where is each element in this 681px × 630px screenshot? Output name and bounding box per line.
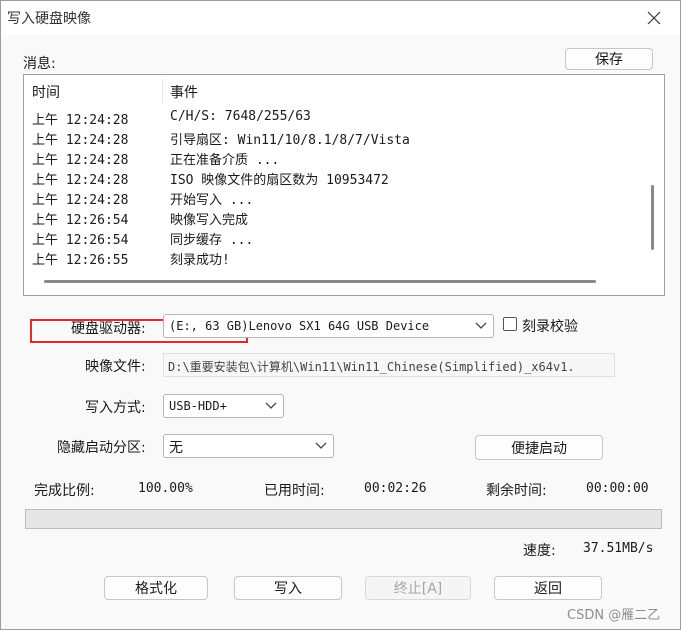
log-row[interactable]: 上午 12:26:54 映像写入完成 — [24, 207, 646, 228]
log-row-time: 上午 12:24:28 — [32, 173, 129, 188]
elapsed-label: 已用时间: — [264, 483, 325, 499]
elapsed-value: 00:02:26 — [364, 481, 427, 496]
log-row[interactable]: 上午 12:24:28 C/H/S: 7648/255/63 — [24, 107, 646, 128]
close-button[interactable] — [634, 3, 674, 33]
hidden-partition-label: 隐藏启动分区: — [57, 440, 146, 456]
log-row-event: C/H/S: 7648/255/63 — [170, 109, 311, 124]
watermark: CSDN @雁二乙 — [567, 608, 661, 623]
log-row[interactable]: 上午 12:24:28 引导扇区: Win11/10/8.1/8/7/Vista — [24, 127, 646, 148]
log-row[interactable]: 上午 12:24:28 ISO 映像文件的扇区数为 10953472 — [24, 167, 646, 188]
log-row[interactable]: 上午 12:24:28 开始写入 ... — [24, 187, 646, 208]
log-row-time: 上午 12:26:54 — [32, 233, 129, 248]
abort-button[interactable]: 终止[A] — [365, 576, 471, 600]
log-row[interactable]: 上午 12:24:28 正在准备介质 ... — [24, 147, 646, 168]
speed-value: 37.51MB/s — [583, 541, 654, 556]
progress-bar — [25, 509, 662, 529]
log-row[interactable]: 上午 12:26:55 刻录成功! — [24, 247, 646, 268]
log-row-event: 同步缓存 ... — [170, 233, 254, 248]
log-row-time: 上午 12:24:28 — [32, 153, 129, 168]
image-file-field[interactable]: D:\重要安装包\计算机\Win11\Win11_Chinese(Simplif… — [163, 353, 615, 377]
messages-label: 消息: — [23, 56, 56, 72]
window-title: 写入硬盘映像 — [7, 11, 91, 27]
drive-label: 硬盘驱动器: — [71, 321, 146, 337]
percent-value: 100.00% — [138, 481, 193, 496]
log-row-time: 上午 12:24:28 — [32, 193, 129, 208]
vertical-scrollbar[interactable] — [651, 185, 654, 250]
column-event[interactable]: 事件 — [170, 82, 198, 102]
log-row-event: 引导扇区: Win11/10/8.1/8/7/Vista — [170, 133, 410, 148]
write-method-value: USB-HDD+ — [169, 399, 227, 413]
image-file-value: D:\重要安装包\计算机\Win11\Win11_Chinese(Simplif… — [168, 360, 575, 374]
remaining-label: 剩余时间: — [486, 483, 547, 499]
save-button[interactable]: 保存 — [565, 48, 653, 70]
quick-boot-button[interactable]: 便捷启动 — [475, 435, 603, 460]
hidden-partition-value: 无 — [169, 440, 183, 456]
verify-label[interactable]: 刻录校验 — [522, 316, 578, 336]
log-row-event: 刻录成功! — [170, 253, 230, 268]
column-divider[interactable] — [162, 79, 163, 103]
column-time[interactable]: 时间 — [32, 82, 60, 102]
remaining-value: 00:00:00 — [586, 481, 649, 496]
log-row[interactable]: 上午 12:26:54 同步缓存 ... — [24, 227, 646, 248]
write-disk-image-dialog: 写入硬盘映像 消息: 保存 时间 事件 上午 12:24:28 C/H/S: 76… — [0, 0, 681, 630]
log-row-event: 映像写入完成 — [170, 213, 249, 228]
close-icon — [647, 11, 661, 25]
back-button[interactable]: 返回 — [494, 576, 602, 600]
title-bar: 写入硬盘映像 — [1, 1, 680, 35]
chevron-down-icon — [265, 402, 277, 409]
log-row-time: 上午 12:24:28 — [32, 133, 129, 148]
log-header: 时间 事件 — [24, 75, 646, 105]
write-button[interactable]: 写入 — [234, 576, 342, 600]
chevron-down-icon — [315, 442, 327, 449]
drive-select[interactable]: (E:, 63 GB)Lenovo SX1 64G USB Device — [163, 314, 494, 338]
write-method-select[interactable]: USB-HDD+ — [163, 394, 284, 418]
progress-fill — [26, 510, 661, 528]
chevron-down-icon — [475, 322, 487, 329]
verify-checkbox[interactable] — [503, 317, 517, 331]
image-file-label: 映像文件: — [85, 359, 146, 375]
drive-select-value: (E:, 63 GB)Lenovo SX1 64G USB Device — [169, 319, 430, 333]
log-row-event: ISO 映像文件的扇区数为 10953472 — [170, 173, 389, 188]
percent-label: 完成比例: — [34, 483, 95, 499]
format-button[interactable]: 格式化 — [104, 576, 208, 600]
log-row-time: 上午 12:26:55 — [32, 253, 129, 268]
log-row-event: 正在准备介质 ... — [170, 153, 280, 168]
log-row-time: 上午 12:24:28 — [32, 113, 129, 128]
write-method-label: 写入方式: — [85, 400, 146, 416]
log-row-time: 上午 12:26:54 — [32, 213, 129, 228]
log-row-event: 开始写入 ... — [170, 193, 254, 208]
message-log[interactable]: 时间 事件 上午 12:24:28 C/H/S: 7648/255/63 上午 12… — [23, 74, 665, 343]
speed-label: 速度: — [523, 543, 556, 559]
hidden-partition-select[interactable]: 无 — [163, 434, 334, 458]
horizontal-scrollbar[interactable] — [44, 280, 596, 283]
